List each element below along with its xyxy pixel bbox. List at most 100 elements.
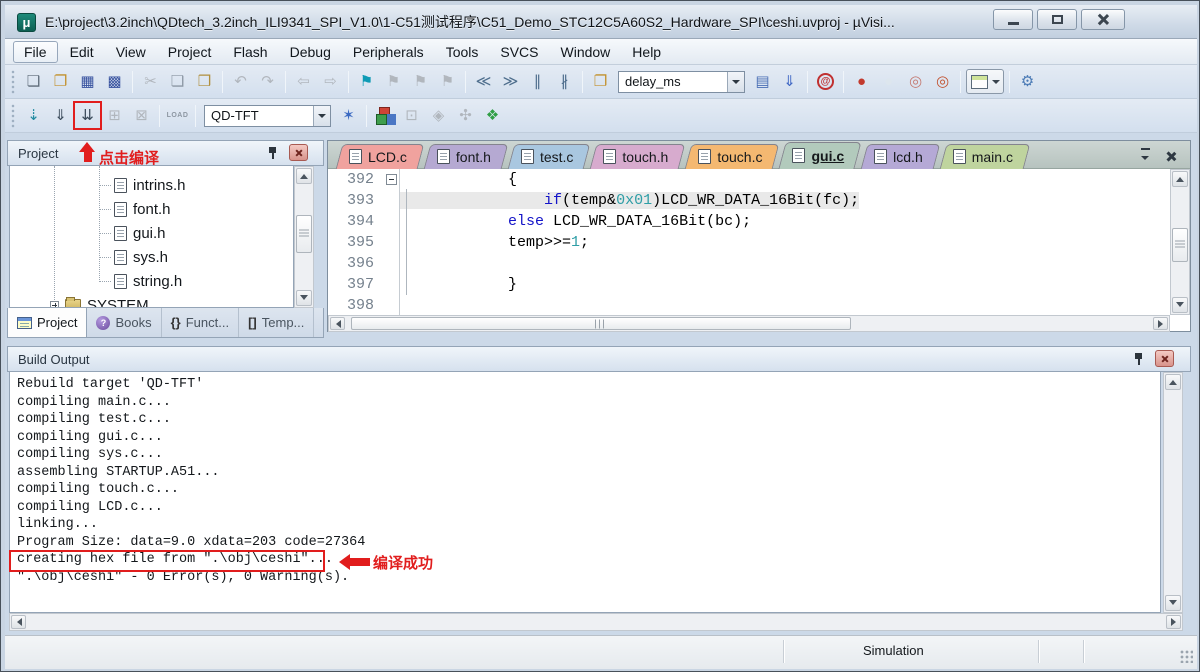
code-line[interactable]: 392 {	[328, 169, 1170, 190]
code-line[interactable]: 397 }	[328, 274, 1170, 295]
menu-peripherals[interactable]: Peripherals	[343, 42, 434, 62]
tab-font.h[interactable]: font.h	[424, 144, 508, 169]
scroll-down-button[interactable]	[1165, 595, 1181, 611]
save-icon[interactable]: ▦	[75, 69, 100, 94]
editor-horizontal-scrollbar[interactable]	[328, 315, 1170, 332]
code-line[interactable]: 393 if(temp&0x01)LCD_WR_DATA_16Bit(fc);	[328, 190, 1170, 211]
code-line[interactable]: 395 temp>>=1;	[328, 232, 1170, 253]
fold-collapse-icon[interactable]	[386, 174, 397, 185]
menu-file[interactable]: File	[13, 41, 58, 63]
pin-icon[interactable]	[267, 146, 279, 160]
options-for-target-icon[interactable]: ✶	[336, 103, 361, 128]
tab-list-icon[interactable]	[1136, 148, 1154, 164]
minimize-button[interactable]	[993, 9, 1033, 30]
build-output-close-button[interactable]	[1155, 350, 1174, 367]
panel-tab-project[interactable]: Project	[8, 308, 87, 337]
menu-tools[interactable]: Tools	[436, 42, 489, 62]
copy-icon[interactable]: ❏	[165, 69, 190, 94]
project-tree[interactable]: intrins.hfont.hgui.hsys.hstring.hSYSTEM	[9, 166, 294, 308]
scrollbar-thumb[interactable]	[1172, 228, 1188, 262]
menu-svcs[interactable]: SVCS	[490, 42, 548, 62]
resize-grip[interactable]	[1180, 650, 1193, 663]
translate-file-icon[interactable]: ⇣	[21, 103, 46, 128]
menu-edit[interactable]: Edit	[60, 42, 104, 62]
download-to-flash-icon[interactable]: LOAD	[165, 103, 190, 128]
save-all-icon[interactable]: ▩	[102, 69, 127, 94]
tree-item-intrins.h[interactable]: intrins.h	[99, 173, 186, 197]
open-folder-icon[interactable]: ❐	[48, 69, 73, 94]
scroll-right-button[interactable]	[1153, 317, 1168, 330]
menu-flash[interactable]: Flash	[223, 42, 277, 62]
manage-project-items-icon[interactable]	[372, 103, 397, 128]
insert-bookmark-icon[interactable]: ⚑	[354, 69, 379, 94]
rebuild-all-target-files-icon[interactable]: ⇊	[75, 103, 100, 128]
build-output-vertical-scrollbar[interactable]	[1163, 372, 1183, 613]
tree-item-SYSTEM[interactable]: SYSTEM	[50, 293, 149, 308]
tab-close-icon[interactable]	[1162, 148, 1180, 164]
scroll-up-button[interactable]	[1165, 374, 1181, 390]
function-search-combo-dropdown[interactable]	[727, 72, 744, 92]
tab-touch.c[interactable]: touch.c	[685, 144, 779, 169]
panel-tab-books[interactable]: ?Books	[87, 308, 161, 337]
expand-icon[interactable]	[50, 301, 59, 309]
comment-selection-icon[interactable]: ∥	[525, 69, 550, 94]
tree-item-font.h[interactable]: font.h	[99, 197, 171, 221]
build-target-icon[interactable]: ⇓	[48, 103, 73, 128]
paste-icon[interactable]: ❒	[192, 69, 217, 94]
target-select-combo[interactable]: QD-TFT	[204, 105, 331, 127]
tree-item-string.h[interactable]: string.h	[99, 269, 182, 293]
toolbar-grip[interactable]	[11, 70, 16, 94]
goto-next-reference-icon[interactable]: ⇓	[777, 69, 802, 94]
toggle-breakpoint-icon[interactable]: ●	[849, 69, 874, 94]
tab-main.c[interactable]: main.c	[940, 144, 1030, 169]
find-icon[interactable]: @	[813, 69, 838, 94]
unindent-icon[interactable]: ≪	[471, 69, 496, 94]
menu-project[interactable]: Project	[158, 42, 222, 62]
pack-installer-icon[interactable]: ❖	[480, 103, 505, 128]
scroll-up-button[interactable]	[1172, 171, 1188, 187]
tab-test.c[interactable]: test.c	[508, 144, 590, 169]
scroll-right-button[interactable]	[1166, 615, 1181, 629]
toolbar-grip[interactable]	[11, 104, 16, 128]
search-function-icon[interactable]: ▤	[750, 69, 775, 94]
function-search-combo[interactable]: delay_ms	[618, 71, 745, 93]
code-line[interactable]: 396	[328, 253, 1170, 274]
menu-window[interactable]: Window	[551, 42, 621, 62]
tab-gui.c[interactable]: gui.c	[779, 142, 861, 169]
menu-view[interactable]: View	[106, 42, 156, 62]
indent-icon[interactable]: ≫	[498, 69, 523, 94]
kill-all-breakpoints-icon[interactable]: ◎	[930, 69, 955, 94]
target-select-combo-dropdown[interactable]	[313, 106, 330, 126]
menu-debug[interactable]: Debug	[280, 42, 341, 62]
tree-item-sys.h[interactable]: sys.h	[99, 245, 168, 269]
close-button[interactable]	[1081, 9, 1125, 30]
window-layout-icon[interactable]	[966, 69, 1004, 94]
tab-lcd.h[interactable]: lcd.h	[861, 144, 940, 169]
scrollbar-thumb[interactable]	[351, 317, 851, 330]
panel-tab-funct[interactable]: {}Funct...	[162, 308, 239, 337]
project-panel-close-button[interactable]	[289, 144, 308, 161]
new-file-icon[interactable]: ❏	[21, 69, 46, 94]
tab-touch.h[interactable]: touch.h	[590, 144, 685, 169]
uncomment-selection-icon[interactable]: ∦	[552, 69, 577, 94]
scroll-down-button[interactable]	[1172, 297, 1188, 313]
disable-all-breakpoints-icon[interactable]: ◎	[903, 69, 928, 94]
build-output-horizontal-scrollbar[interactable]	[9, 613, 1183, 631]
tab-LCD.c[interactable]: LCD.c	[336, 144, 424, 169]
scroll-up-button[interactable]	[296, 168, 312, 184]
scroll-left-button[interactable]	[11, 615, 26, 629]
enabled-breakpoint-icon[interactable]: ●	[876, 69, 901, 94]
find-in-files-icon[interactable]: ❐	[588, 69, 613, 94]
code-editor-surface[interactable]: 392 {393 if(temp&0x01)LCD_WR_DATA_16Bit(…	[328, 169, 1170, 315]
menu-help[interactable]: Help	[622, 42, 671, 62]
project-tree-scrollbar[interactable]	[294, 166, 314, 308]
scroll-left-button[interactable]	[330, 317, 345, 330]
code-line[interactable]: 394 else LCD_WR_DATA_16Bit(bc);	[328, 211, 1170, 232]
maximize-button[interactable]	[1037, 9, 1077, 30]
scroll-down-button[interactable]	[296, 290, 312, 306]
code-line[interactable]: 398	[328, 295, 1170, 315]
pin-icon[interactable]	[1133, 352, 1145, 366]
editor-vertical-scrollbar[interactable]	[1170, 169, 1190, 315]
configure-tools-icon[interactable]: ⚙	[1015, 69, 1040, 94]
tree-item-gui.h[interactable]: gui.h	[99, 221, 166, 245]
